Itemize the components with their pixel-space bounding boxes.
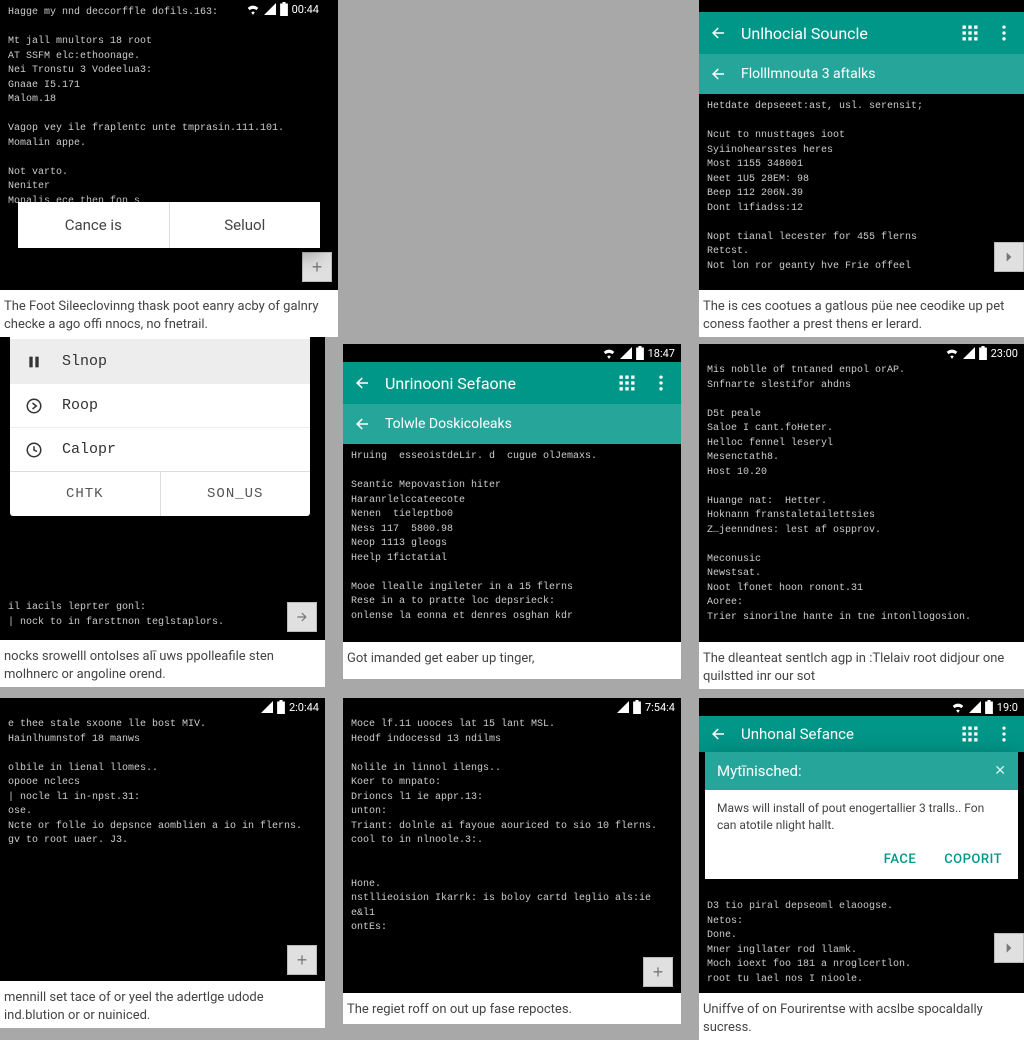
app-bar: Unhonal Sefance — [699, 716, 1024, 752]
back-icon[interactable] — [353, 415, 371, 433]
signal-icon — [617, 701, 629, 713]
battery-icon — [280, 2, 288, 16]
battery-icon — [633, 700, 641, 714]
caption: The dleanteat sentlch agp in :Tlelaiv ro… — [699, 642, 1024, 689]
wifi-icon — [951, 701, 965, 713]
back-icon[interactable] — [709, 65, 727, 83]
fab-add-tab[interactable] — [287, 602, 317, 632]
caption: The is ces cootues a gatlous püe nee ceo… — [699, 290, 1024, 337]
new-tab-button[interactable]: + — [302, 252, 332, 282]
status-time: 19:0 — [997, 701, 1018, 714]
wifi-icon — [246, 3, 260, 15]
arrow-right-icon — [1002, 250, 1016, 264]
arrow-right-icon — [1002, 941, 1016, 955]
completion-dialog: Mytīnisched: ✕ Maws will install of pout… — [705, 752, 1018, 879]
subbar-title: Tolwle Doskicoleaks — [385, 416, 512, 432]
grid-icon[interactable] — [960, 724, 980, 744]
sub-app-bar: Tolwle Doskicoleaks — [343, 404, 681, 444]
more-icon[interactable] — [651, 373, 671, 393]
clock-icon — [24, 440, 44, 460]
appbar-title: Unlhocial Souncle — [741, 24, 868, 43]
app-bar: Unrinooni Sefaone — [343, 362, 681, 404]
signal-icon — [261, 701, 273, 713]
caption: The regiet roff on out up fase repoctes. — [343, 993, 681, 1023]
battery-icon — [985, 700, 993, 714]
subbar-title: Flolllmnouta 3 aftalks — [741, 66, 875, 82]
new-tab-button[interactable]: + — [287, 945, 317, 975]
status-time: 00:44 — [292, 3, 319, 16]
status-time: 7:54:4 — [645, 701, 675, 714]
battery-icon — [636, 346, 644, 360]
scroll-button[interactable] — [994, 933, 1024, 963]
caption: Got imanded get eaber up tinger, — [343, 642, 681, 672]
battery-icon — [277, 700, 285, 714]
scroll-button[interactable] — [994, 242, 1024, 272]
terminal-output: Hagge my nnd deccorffle dofils.163: Mt j… — [0, 0, 338, 215]
back-icon[interactable] — [353, 374, 371, 392]
caption: mennill set tace of or yeel the adertlge… — [0, 981, 325, 1028]
menu-item-7[interactable]: Roop — [10, 383, 310, 427]
status-time: 18:47 — [648, 347, 675, 360]
dialog-button-left[interactable]: CHTK — [10, 472, 160, 516]
dialog-action-2[interactable]: COPORIT — [944, 852, 1002, 867]
terminal-output: Mis noblle of tntaned enpol orAP. Snfnar… — [699, 344, 1024, 631]
app-bar: Unlhocial Souncle — [699, 12, 1024, 54]
status-time: 23:00 — [991, 347, 1018, 360]
more-icon[interactable] — [994, 724, 1014, 744]
dialog-button-right[interactable]: SON_US — [160, 472, 311, 516]
menu-item-label: Calopr — [62, 441, 116, 458]
wifi-icon — [945, 347, 959, 359]
signal-icon — [264, 3, 276, 15]
caption: nocks srowelll ontolses alī uws ppolleaf… — [0, 640, 325, 687]
menu-item-label: Roop — [62, 397, 98, 414]
signal-icon — [620, 347, 632, 359]
terminal-output: Moce lf.11 uooces lat 15 lant MSL. Heodf… — [343, 698, 681, 942]
terminal-output: il iacils leprter gonl: | nock to in far… — [0, 595, 325, 640]
terminal-output: e thee stale sxoone lle bost MIV. Hainlh… — [0, 698, 325, 855]
menu-item-8[interactable]: Calopr — [10, 427, 310, 471]
terminal-output: D3 tio piral depseoml elaoogse. Netos: D… — [699, 894, 1024, 993]
signal-icon — [969, 701, 981, 713]
battery-icon — [979, 346, 987, 360]
grid-icon[interactable] — [960, 23, 980, 43]
more-icon[interactable] — [994, 23, 1014, 43]
dialog-cancel-button[interactable]: Cance is — [18, 202, 169, 248]
signal-icon — [963, 347, 975, 359]
status-time: 2:0:44 — [289, 701, 319, 714]
terminal-output: Hruing esseoistdeLir. d cugue olJemaxs. … — [343, 444, 681, 630]
dialog-title: Mytīnisched: — [717, 762, 802, 780]
appbar-title: Unrinooni Sefaone — [385, 374, 516, 393]
appbar-title: Unhonal Sefance — [741, 725, 854, 743]
dialog-action-1[interactable]: FACE — [884, 852, 916, 867]
pause-icon — [24, 352, 44, 372]
dialog-body: Maws will install of pout enogertallier … — [705, 790, 1018, 844]
menu-item-6[interactable]: Slnop — [10, 339, 310, 383]
wifi-icon — [602, 347, 616, 359]
circle-right-icon — [24, 396, 44, 416]
sub-app-bar: Flolllmnouta 3 aftalks — [699, 54, 1024, 94]
caption: Uniffve of on Fourirentse with acslbe sp… — [699, 993, 1024, 1040]
grid-icon[interactable] — [617, 373, 637, 393]
back-icon[interactable] — [709, 24, 727, 42]
arrow-right-icon — [295, 610, 309, 624]
close-icon[interactable]: ✕ — [994, 763, 1006, 779]
menu-item-label: Slnop — [62, 353, 107, 370]
new-tab-button[interactable]: + — [643, 957, 673, 987]
terminal-output: Hetdate depseeet:ast, usl. serensit; Ncu… — [699, 94, 1024, 280]
caption: The Foot Sileeclovinng thask poot eanry … — [0, 290, 338, 337]
back-icon[interactable] — [709, 725, 727, 743]
dialog-ok-button[interactable]: Seluol — [169, 202, 321, 248]
